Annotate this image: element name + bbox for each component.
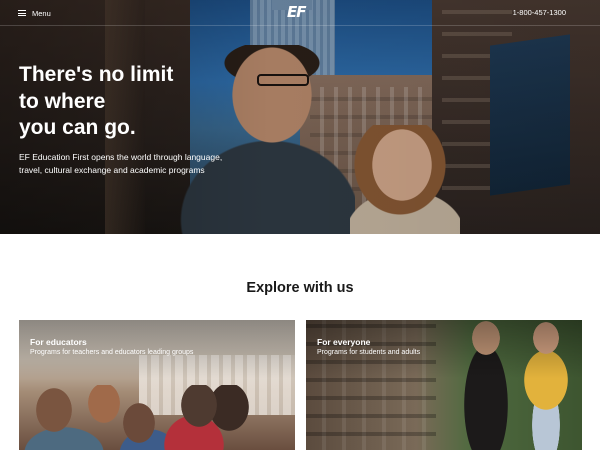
card-for-everyone[interactable]: For everyone Programs for students and a… [306,320,582,450]
ef-logo[interactable]: EF [287,4,313,21]
hero-section: Menu EF 1-800-457-1300 There's no limit … [0,0,600,234]
phone-number-link[interactable]: 1-800-457-1300 [513,8,566,17]
explore-heading: Explore with us [246,280,354,296]
hamburger-icon [18,10,26,16]
card-title: For everyone [317,337,371,347]
hero-title: There's no limit to where you can go. [19,62,219,142]
card-for-educators[interactable]: For educators Programs for teachers and … [19,320,295,450]
top-navigation: Menu EF 1-800-457-1300 [0,0,600,26]
menu-button[interactable]: Menu [18,7,51,19]
hero-subtitle: EF Education First opens the world throu… [19,152,223,175]
hero-title-line: to where [19,89,106,113]
hero-title-line: you can go. [19,116,136,139]
card-subtitle: Programs for students and adults [317,349,421,356]
menu-label: Menu [32,8,51,18]
card-title: For educators [30,337,87,347]
header-divider [0,25,600,26]
hero-title-line: There's no limit [19,63,174,86]
card-subtitle: Programs for teachers and educators lead… [30,349,194,356]
